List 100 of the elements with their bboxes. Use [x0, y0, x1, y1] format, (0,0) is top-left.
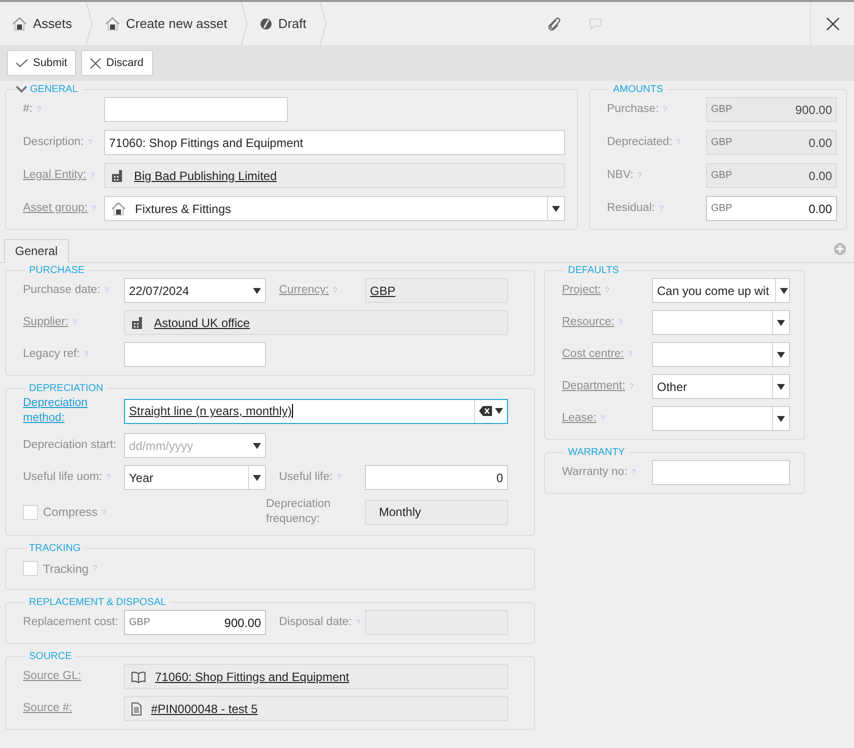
caret-icon[interactable] — [253, 474, 261, 480]
status-icon — [260, 18, 272, 30]
field-label: Depreciated: — [607, 135, 672, 150]
help-mark: ? — [631, 467, 636, 479]
close-icon — [826, 16, 840, 30]
caret-icon[interactable] — [495, 408, 503, 414]
document-icon — [131, 702, 142, 716]
section-title: PURCHASE — [29, 265, 85, 276]
amount-value: 0.00 — [808, 168, 832, 182]
house-box-icon — [105, 16, 120, 30]
checkbox-label: Tracking — [43, 562, 89, 576]
help-mark: ? — [618, 317, 623, 329]
caret-icon[interactable] — [253, 288, 261, 294]
amount-value: 0.00 — [808, 136, 832, 150]
text-field[interactable] — [124, 342, 266, 367]
caret-icon[interactable] — [780, 288, 788, 294]
help-mark: ? — [662, 104, 668, 116]
book-icon — [131, 670, 146, 682]
field-label: Disposal date: — [279, 615, 352, 630]
record-link[interactable]: 71060: Shop Fittings and Equipment — [155, 670, 350, 684]
field-label: Description: — [23, 135, 84, 150]
caret-icon[interactable] — [777, 384, 785, 390]
text-field[interactable]: 71060: Shop Fittings and Equipment — [104, 130, 565, 155]
caret-icon[interactable] — [777, 416, 785, 422]
dropdown-field[interactable]: Fixtures & Fittings — [104, 196, 565, 221]
section-title: GENERAL — [30, 84, 78, 95]
section-title: DEFAULTS — [568, 265, 619, 276]
clear-icon[interactable] — [479, 406, 492, 416]
house-box-icon — [12, 16, 27, 30]
help-mark: ? — [36, 104, 42, 116]
caret-icon[interactable] — [552, 206, 560, 212]
currency-code: GBP — [711, 104, 732, 115]
dropdown-field[interactable] — [652, 406, 790, 431]
help-mark: ? — [356, 617, 360, 629]
record-link[interactable]: Astound UK office — [154, 316, 250, 330]
date-field[interactable]: 22/07/2024 — [124, 278, 266, 303]
breadcrumb-link[interactable]: Assets — [0, 16, 86, 31]
record-link[interactable]: Big Bad Publishing Limited — [134, 168, 277, 182]
discard-button[interactable]: Discard — [81, 50, 153, 76]
building-icon — [131, 316, 145, 329]
field-label: Legacy ref: — [23, 347, 80, 362]
help-mark: ? — [336, 472, 342, 484]
check-icon — [16, 58, 28, 68]
dropdown-field[interactable]: Other — [652, 374, 790, 399]
readonly-field: Monthly — [365, 500, 508, 524]
field-label: Purchase: — [607, 102, 659, 117]
record-link[interactable]: #PIN000048 - test 5 — [151, 702, 258, 716]
caret-icon[interactable] — [777, 320, 785, 326]
section-title: AMOUNTS — [613, 84, 663, 95]
currency-code: GBP — [711, 137, 732, 148]
help-mark: ? — [88, 137, 92, 149]
help-mark: ? — [72, 317, 77, 329]
checkbox[interactable] — [23, 504, 38, 520]
dropdown-field[interactable] — [652, 342, 790, 367]
dropdown-field[interactable]: Year — [124, 465, 266, 490]
breadcrumb-link[interactable]: Create new asset — [93, 16, 240, 31]
field-label: Depreciation frequency: — [266, 497, 332, 527]
help-mark: ? — [106, 472, 111, 484]
text-field[interactable] — [104, 97, 288, 122]
help-mark: ? — [92, 203, 96, 215]
help-mark: ? — [104, 285, 109, 297]
dropdown-field[interactable] — [652, 310, 790, 335]
field-label: Replacement cost: — [23, 615, 118, 630]
amount-value: 900.00 — [224, 616, 261, 630]
field-label: Useful life uom: — [23, 470, 102, 485]
breadcrumb-link[interactable]: Draft — [248, 16, 320, 31]
help-mark: ? — [90, 170, 95, 182]
currency-code: GBP — [711, 203, 732, 214]
paperclip-icon[interactable] — [547, 16, 561, 30]
field-label: Useful life: — [279, 470, 333, 485]
chevron-icon[interactable] — [16, 86, 27, 93]
field-label: Warranty no: — [562, 465, 628, 480]
currency-code: GBP — [711, 170, 732, 181]
tab[interactable]: General — [4, 239, 69, 263]
caret-icon[interactable] — [777, 352, 785, 358]
field-label: NBV: — [607, 168, 634, 183]
help-mark: ? — [676, 137, 681, 149]
amount-value: 900.00 — [795, 102, 832, 116]
submit-button[interactable]: Submit — [7, 50, 76, 76]
dropdown-field[interactable]: Straight line (n years, monthly) — [124, 398, 508, 424]
text-field[interactable]: 0 — [365, 465, 508, 490]
help-mark: ? — [629, 381, 634, 393]
checkbox-label: Compress — [43, 505, 98, 519]
help-mark: ? — [92, 564, 98, 573]
amount-field[interactable]: GBP 900.00 — [124, 610, 266, 635]
help-mark: ? — [332, 285, 338, 297]
help-mark: ? — [605, 285, 610, 297]
value-link[interactable]: GBP — [370, 284, 396, 298]
text-field[interactable] — [652, 460, 790, 485]
section-title: REPLACEMENT & DISPOSAL — [29, 597, 166, 608]
help-mark: ? — [102, 508, 106, 516]
field-label: Depreciation start: — [23, 438, 116, 453]
help-mark: ? — [637, 170, 642, 182]
help-mark: ? — [600, 413, 605, 425]
checkbox[interactable] — [23, 561, 38, 576]
dropdown-field[interactable]: Can you come up wit — [652, 278, 790, 303]
caret-icon[interactable] — [253, 442, 261, 448]
amount-field[interactable]: GBP 0.00 — [706, 196, 837, 221]
section-title: WARRANTY — [568, 447, 625, 458]
field-label: Purchase date: — [23, 283, 100, 298]
